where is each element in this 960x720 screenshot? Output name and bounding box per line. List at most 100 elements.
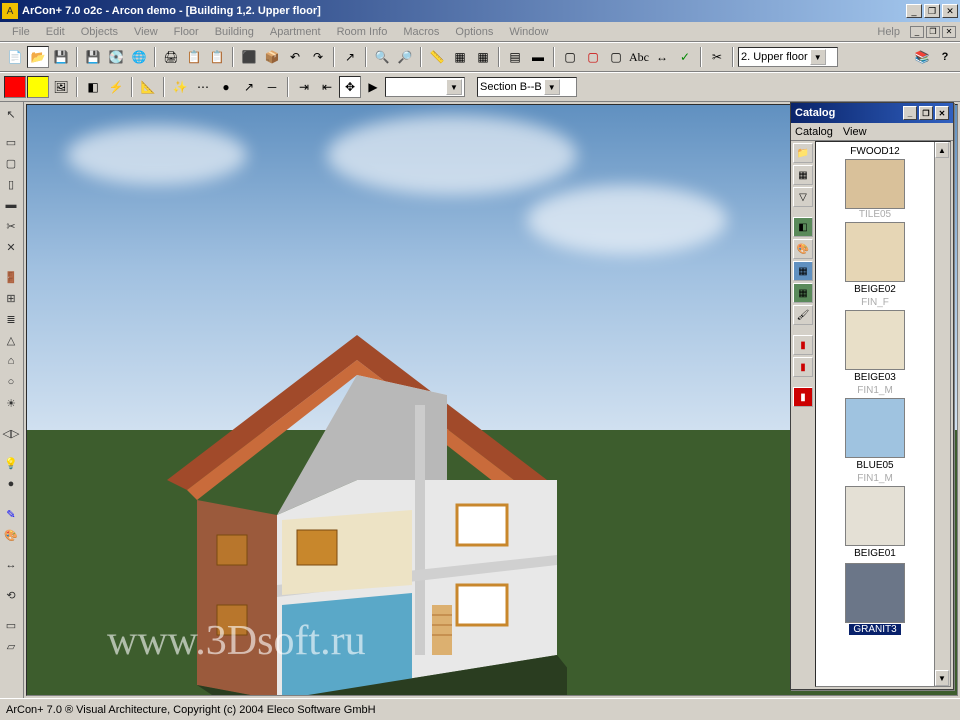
delete-tool[interactable]: ✕ xyxy=(1,237,21,257)
cat-folder-button[interactable]: 📁 xyxy=(793,143,813,163)
menu-window[interactable]: Window xyxy=(501,24,556,40)
roof-tool[interactable]: △ xyxy=(1,330,21,350)
catalog-scrollbar[interactable]: ▲ ▼ xyxy=(934,142,950,686)
play-button[interactable]: ▶ xyxy=(362,76,384,98)
catalog-titlebar[interactable]: Catalog _ ❐ ✕ xyxy=(791,103,953,123)
close-button[interactable]: ✕ xyxy=(942,4,958,18)
window-tool[interactable]: ⊞ xyxy=(1,288,21,308)
mode-b-button[interactable]: ▢ xyxy=(582,46,604,68)
bolt-button[interactable]: ⚡ xyxy=(105,76,127,98)
catalog-item[interactable]: BEIGE02FIN_F xyxy=(818,222,932,308)
red-box-button[interactable] xyxy=(4,76,26,98)
transform-tool[interactable]: ⟲ xyxy=(1,585,21,605)
text-button[interactable]: Abc xyxy=(628,46,650,68)
wall-tool[interactable]: ▭ xyxy=(1,132,21,152)
cat-stop-button[interactable]: ▮ xyxy=(793,387,813,407)
door-out-button[interactable]: ⇤ xyxy=(316,76,338,98)
dropdown-arrow-icon[interactable]: ▼ xyxy=(810,49,826,65)
sparkle-button[interactable]: ✨ xyxy=(169,76,191,98)
scroll-up-button[interactable]: ▲ xyxy=(935,142,949,158)
cat-red2-button[interactable]: ▮ xyxy=(793,357,813,377)
mdi-restore-button[interactable]: ❐ xyxy=(926,26,940,38)
minimize-button[interactable]: _ xyxy=(906,4,922,18)
pencil-tool[interactable]: ✎ xyxy=(1,504,21,524)
door-tool[interactable]: 🚪 xyxy=(1,267,21,287)
menu-objects[interactable]: Objects xyxy=(73,24,126,40)
menu-edit[interactable]: Edit xyxy=(38,24,73,40)
maximize-button[interactable]: ❐ xyxy=(924,4,940,18)
wall-button[interactable]: ▬ xyxy=(527,46,549,68)
material-swatch[interactable] xyxy=(845,222,905,282)
door-in-button[interactable]: ⇥ xyxy=(293,76,315,98)
box-button[interactable]: 📦 xyxy=(261,46,283,68)
layers-button[interactable]: ▤ xyxy=(504,46,526,68)
copy-button[interactable]: 📋 xyxy=(183,46,205,68)
cat-tex3-button[interactable]: ▦ xyxy=(793,261,813,281)
save-button[interactable]: 💾 xyxy=(50,46,72,68)
light-tool[interactable]: 💡 xyxy=(1,453,21,473)
mirror-tool[interactable]: ◁▷ xyxy=(1,423,21,443)
dimension-button[interactable]: ↔ xyxy=(651,46,673,68)
dots-button[interactable]: ⋯ xyxy=(192,76,214,98)
menu-macros[interactable]: Macros xyxy=(395,24,447,40)
cat-tex1-button[interactable]: ◧ xyxy=(793,217,813,237)
tripod-button[interactable]: 📐 xyxy=(137,76,159,98)
cat-tex4-button[interactable]: ▦ xyxy=(793,283,813,303)
scroll-down-button[interactable]: ▼ xyxy=(935,670,949,686)
zoom-area-button[interactable]: 🔍 xyxy=(371,46,393,68)
catalog-item[interactable]: GRANIT3 xyxy=(818,563,932,635)
new-button[interactable]: 📄 xyxy=(4,46,26,68)
cat-red1-button[interactable]: ▮ xyxy=(793,335,813,355)
cat-filter-button[interactable]: ▽ xyxy=(793,187,813,207)
open-button[interactable]: 📂 xyxy=(27,46,49,68)
catalog-close-button[interactable]: ✕ xyxy=(935,106,949,120)
cube-button[interactable]: ◧ xyxy=(82,76,104,98)
cat-tex2-button[interactable]: 🎨 xyxy=(793,239,813,259)
cat-brush-button[interactable]: 🖌 xyxy=(793,305,813,325)
catalog-menu-catalog[interactable]: Catalog xyxy=(795,126,833,138)
menu-building[interactable]: Building xyxy=(207,24,262,40)
circle-tool[interactable]: ○ xyxy=(1,372,21,392)
yellow-box-button[interactable] xyxy=(27,76,49,98)
menu-apartment[interactable]: Apartment xyxy=(262,24,329,40)
catalog-list[interactable]: FWOOD12TILE05BEIGE02FIN_FBEIGE03FIN1_MBL… xyxy=(815,141,951,687)
redo-button[interactable]: ↷ xyxy=(307,46,329,68)
room-tool[interactable]: ▢ xyxy=(1,153,21,173)
scene-button[interactable]: 🖼 xyxy=(50,76,72,98)
material-swatch[interactable] xyxy=(845,486,905,546)
bulb-tool[interactable]: ● xyxy=(1,474,21,494)
timeline-tool[interactable]: ↔ xyxy=(1,555,21,575)
sun-tool[interactable]: ☀ xyxy=(1,393,21,413)
material-swatch[interactable] xyxy=(845,310,905,370)
floor-selector[interactable]: 2. Upper floor ▼ xyxy=(738,47,838,67)
arrow2-button[interactable]: ↗ xyxy=(238,76,260,98)
disk-button[interactable]: 💽 xyxy=(105,46,127,68)
catalog-maximize-button[interactable]: ❐ xyxy=(919,106,933,120)
catalog-minimize-button[interactable]: _ xyxy=(903,106,917,120)
help-button[interactable]: ? xyxy=(934,46,956,68)
nav-button[interactable]: ✥ xyxy=(339,76,361,98)
snap-button[interactable]: ▦ xyxy=(472,46,494,68)
measure-button[interactable]: ✓ xyxy=(674,46,696,68)
column-tool[interactable]: ▯ xyxy=(1,174,21,194)
trim-tool[interactable]: ✂ xyxy=(1,216,21,236)
paint-tool[interactable]: 🎨 xyxy=(1,525,21,545)
menu-view[interactable]: View xyxy=(126,24,166,40)
catalog-item[interactable]: BEIGE01 xyxy=(818,486,932,561)
catalog-toggle-button[interactable]: 📚 xyxy=(911,46,933,68)
material-swatch[interactable] xyxy=(845,563,905,623)
undo-button[interactable]: ↶ xyxy=(284,46,306,68)
folder-tool[interactable]: ▭ xyxy=(1,615,21,635)
mdi-minimize-button[interactable]: _ xyxy=(910,26,924,38)
menu-file[interactable]: File xyxy=(4,24,38,40)
print-button[interactable]: 🖨 xyxy=(160,46,182,68)
beam-tool[interactable]: ▬ xyxy=(1,195,21,215)
dormer-tool[interactable]: ⌂ xyxy=(1,351,21,371)
catalog-item[interactable]: FWOOD12TILE05 xyxy=(818,144,932,220)
pointer-tool[interactable]: ↖ xyxy=(1,104,21,124)
view3d-button[interactable]: ⬛ xyxy=(238,46,260,68)
catalog-menu-view[interactable]: View xyxy=(843,126,867,138)
grid-button[interactable]: ▦ xyxy=(449,46,471,68)
empty-selector[interactable]: ▼ xyxy=(385,77,465,97)
paste-button[interactable]: 📋 xyxy=(206,46,228,68)
